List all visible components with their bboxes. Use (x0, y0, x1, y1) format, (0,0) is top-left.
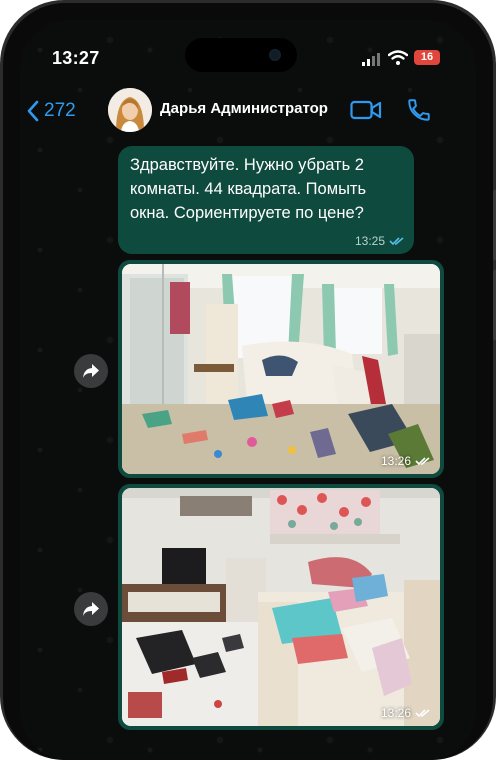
double-check-icon (415, 709, 430, 718)
message-time: 13:26 (380, 706, 411, 720)
message-bubble[interactable]: Здравствуйте. Нужно убрать 2 комнаты. 44… (118, 146, 414, 254)
avatar[interactable] (108, 88, 152, 132)
forward-icon (83, 364, 99, 378)
avatar-photo (108, 88, 152, 132)
messy-living-room-image (122, 488, 440, 726)
chat-screen: 13:27 16 272 Дарья Администратор Здравст… (20, 20, 476, 760)
message-time: 13:25 (354, 234, 385, 248)
chat-header: 272 Дарья Администратор (20, 88, 476, 138)
message-text: Здравствуйте. Нужно убрать 2 комнаты. 44… (130, 156, 367, 222)
photo-message[interactable]: 13:26 (118, 260, 444, 478)
status-time: 13:27 (52, 48, 100, 68)
message-time: 13:26 (380, 454, 411, 468)
message-meta: 13:26 (381, 706, 431, 720)
front-camera-icon (269, 49, 281, 61)
contact-name[interactable]: Дарья Администратор (160, 100, 328, 117)
room-photo[interactable]: 13:26 (122, 264, 440, 474)
wifi-icon (388, 50, 408, 65)
chevron-left-icon (27, 100, 39, 122)
cellular-signal-icon (362, 53, 380, 66)
messy-bedroom-image (122, 264, 440, 474)
battery-icon: 16 (414, 50, 440, 65)
room-photo[interactable]: 13:26 (122, 488, 440, 726)
back-button[interactable]: 272 (26, 100, 76, 122)
forward-button[interactable] (74, 354, 108, 388)
unread-count: 272 (44, 100, 76, 121)
video-call-icon[interactable] (350, 99, 382, 121)
photo-message[interactable]: 13:26 (118, 484, 444, 730)
forward-icon (83, 602, 99, 616)
message-meta: 13:26 (381, 454, 431, 468)
double-check-icon (415, 457, 430, 466)
phone-call-icon[interactable] (406, 97, 432, 123)
double-check-icon (389, 237, 404, 246)
status-bar: 13:27 16 (20, 20, 476, 80)
message-meta: 13:25 (355, 234, 405, 248)
dynamic-island (185, 38, 297, 72)
forward-button[interactable] (74, 592, 108, 626)
